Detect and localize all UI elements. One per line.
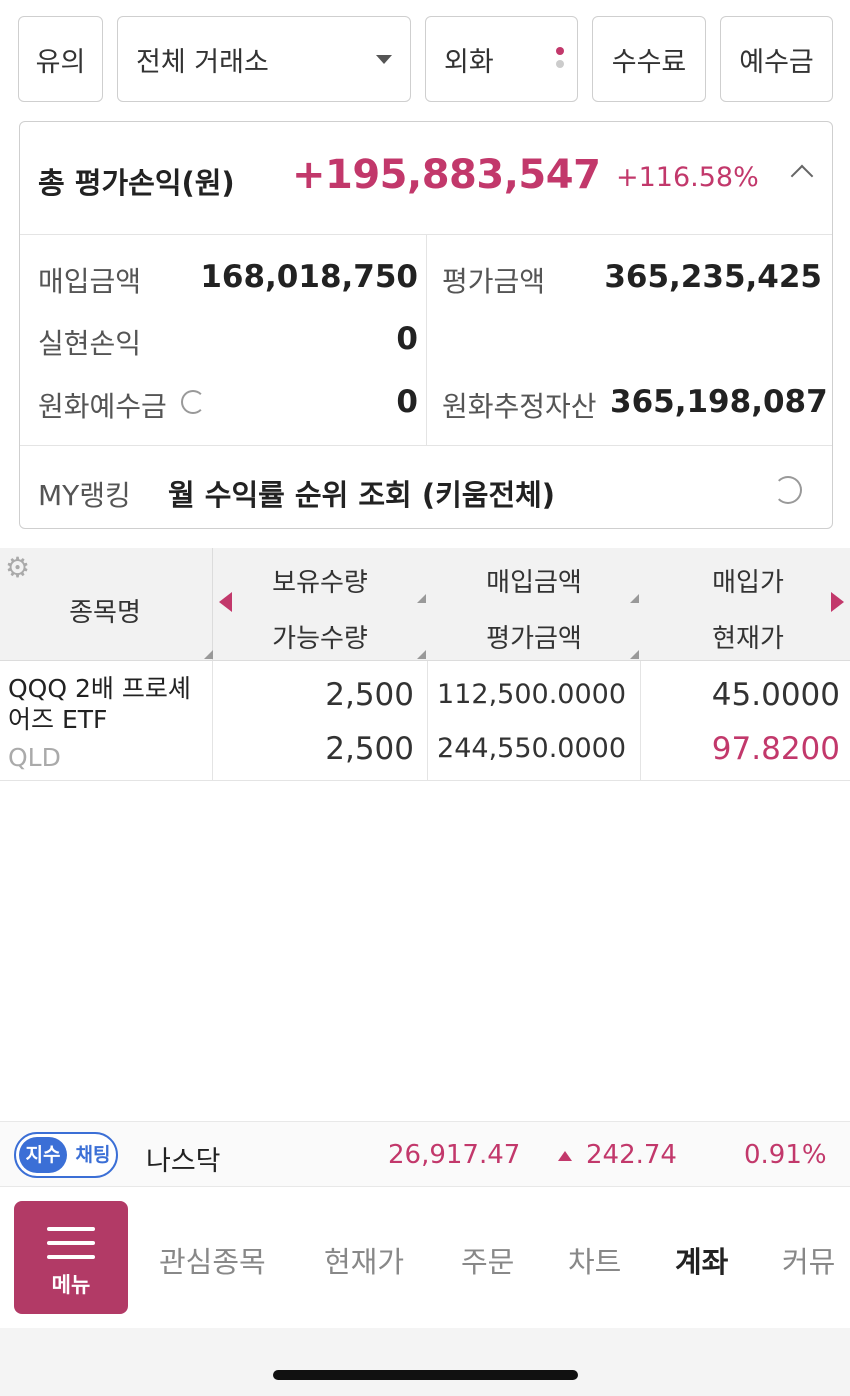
index-chat-toggle[interactable]: 지수 채팅 <box>14 1132 118 1178</box>
notice-label: 유의 <box>35 46 86 78</box>
gear-icon[interactable]: ⚙ <box>5 554 33 582</box>
bottom-navigation: 메뉴 관심종목 현재가 주문 차트 계좌 커뮤 <box>0 1188 850 1328</box>
fee-button[interactable]: 수수료 <box>592 16 706 102</box>
top-toolbar: 유의 전체 거래소 외화 수수료 예수금 <box>18 16 833 102</box>
nav-watchlist[interactable]: 관심종목 <box>159 1239 266 1281</box>
exchange-label: 전체 거래소 <box>136 46 269 78</box>
eval-amount-value: 365,235,425 <box>604 259 822 295</box>
hamburger-icon <box>47 1227 95 1231</box>
krw-estimated-assets-label: 원화추정자산 <box>442 390 597 423</box>
nav-community[interactable]: 커뮤 <box>782 1239 842 1281</box>
purchase-amount-value: 168,018,750 <box>200 259 418 295</box>
nav-order[interactable]: 주문 <box>461 1239 514 1281</box>
header-eval-amount[interactable]: 평가금액 <box>432 618 636 655</box>
krw-deposit-label: 원화예수금 <box>38 390 167 423</box>
header-avail-qty[interactable]: 가능수량 <box>222 618 418 655</box>
hold-qty: 2,500 <box>325 677 414 713</box>
refresh-icon[interactable] <box>774 476 802 504</box>
exchange-select[interactable]: 전체 거래소 <box>117 16 411 102</box>
index-tab[interactable]: 지수 <box>19 1137 67 1173</box>
monthly-ranking-link[interactable]: 월 수익률 순위 조회 (키움전체) <box>168 472 555 514</box>
index-change: 242.74 <box>586 1140 677 1170</box>
menu-label: 메뉴 <box>51 1273 91 1297</box>
table-row[interactable]: QQQ 2배 프로셰어즈 ETF QLD 2,500 2,500 112,500… <box>0 661 850 781</box>
divider <box>426 235 427 445</box>
summary-header[interactable]: 총 평가손익(원) +195,883,547 +116.58% <box>20 122 832 235</box>
eval-amount: 244,550.0000 <box>437 733 626 764</box>
index-change-percent: 0.91% <box>744 1140 827 1170</box>
nav-chart[interactable]: 차트 <box>568 1239 621 1281</box>
index-name: 나스닥 <box>146 1146 221 1177</box>
stock-code: QLD <box>8 743 61 772</box>
nav-current-price[interactable]: 현재가 <box>324 1239 404 1281</box>
current-price: 97.8200 <box>711 731 840 767</box>
chevron-down-icon <box>376 55 392 64</box>
my-ranking-label: MY랭킹 <box>38 479 131 512</box>
krw-estimated-assets-value: 365,198,087 <box>610 384 828 420</box>
triangle-up-icon <box>558 1151 572 1161</box>
total-pnl-value: +195,883,547 <box>292 152 601 198</box>
total-pnl-label: 총 평가손익(원) <box>38 166 235 200</box>
divider <box>20 445 832 446</box>
currency-button[interactable]: 외화 <box>425 16 578 102</box>
total-pnl-rate: +116.58% <box>616 162 759 193</box>
deposit-label: 예수금 <box>739 46 814 78</box>
avail-qty: 2,500 <box>325 731 414 767</box>
menu-button[interactable]: 메뉴 <box>14 1201 128 1314</box>
nav-account[interactable]: 계좌 <box>675 1239 728 1281</box>
currency-label: 외화 <box>444 46 494 78</box>
buy-amount: 112,500.0000 <box>437 679 626 710</box>
chevron-up-icon[interactable] <box>790 164 814 188</box>
eval-amount-label: 평가금액 <box>442 265 546 298</box>
realized-pnl-value: 0 <box>396 321 418 357</box>
buy-price: 45.0000 <box>711 677 840 713</box>
toggle-dots-icon <box>556 47 564 73</box>
header-buy-amount[interactable]: 매입금액 <box>432 562 636 599</box>
home-indicator[interactable] <box>273 1370 578 1380</box>
scroll-right-icon[interactable] <box>831 592 844 612</box>
index-value: 26,917.47 <box>388 1140 521 1170</box>
holdings-table-header: ⚙ 종목명 보유수량 가능수량 매입금액 평가금액 매입가 현재가 <box>0 548 850 661</box>
notice-button[interactable]: 유의 <box>18 16 103 102</box>
account-summary-card: 총 평가손익(원) +195,883,547 +116.58% 매입금액 168… <box>19 121 833 529</box>
purchase-amount-label: 매입금액 <box>38 265 142 298</box>
header-hold-qty[interactable]: 보유수량 <box>222 562 418 599</box>
krw-deposit-value: 0 <box>396 384 418 420</box>
stock-name: QQQ 2배 프로셰어즈 ETF <box>8 674 191 734</box>
system-bottom-area <box>0 1328 850 1396</box>
realized-pnl-label: 실현손익 <box>38 327 142 360</box>
header-stock-name: 종목명 <box>69 598 141 628</box>
fee-label: 수수료 <box>611 46 687 78</box>
index-ticker[interactable]: 지수 채팅 나스닥 26,917.47 242.74 0.91% <box>0 1121 850 1187</box>
chat-tab[interactable]: 채팅 <box>72 1137 114 1173</box>
header-current-price[interactable]: 현재가 <box>646 618 850 655</box>
deposit-button[interactable]: 예수금 <box>720 16 833 102</box>
header-buy-price[interactable]: 매입가 <box>646 562 850 599</box>
